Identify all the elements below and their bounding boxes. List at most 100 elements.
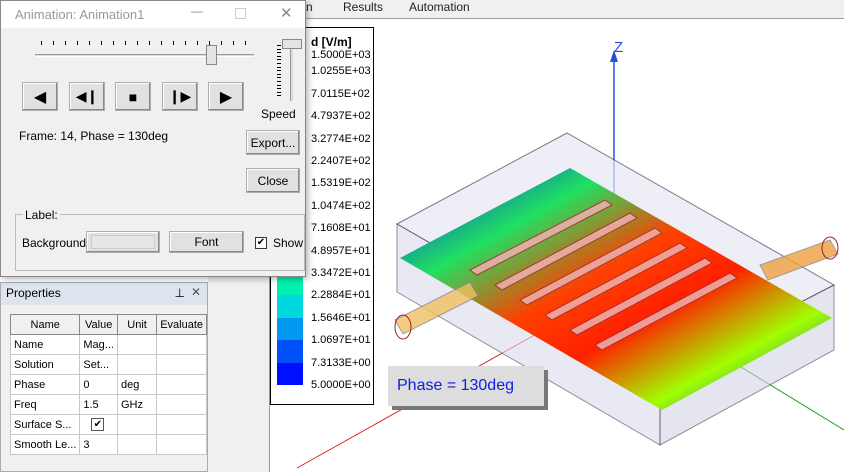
background-color-button[interactable] xyxy=(86,231,160,253)
property-row[interactable]: Name Mag... xyxy=(9,334,207,355)
speed-tick xyxy=(277,84,281,86)
property-cell[interactable] xyxy=(156,394,207,415)
step-back-button[interactable]: ◀❙ xyxy=(69,82,105,111)
menu-automation[interactable]: Automation xyxy=(409,0,470,14)
speed-tick xyxy=(277,59,281,61)
speed-tick xyxy=(277,73,281,75)
property-cell[interactable] xyxy=(156,354,207,375)
font-button[interactable]: Font xyxy=(169,231,244,253)
close-icon[interactable]: ✕ xyxy=(191,285,201,299)
legend-band xyxy=(277,362,303,386)
property-cell[interactable]: Smooth Le... xyxy=(9,434,81,455)
legend-label: 7.3133E+00 xyxy=(311,356,371,369)
property-cell[interactable] xyxy=(116,334,158,355)
legend-label: 5.0000E+00 xyxy=(311,379,371,391)
slider-tick xyxy=(245,41,246,45)
background-label: Background: xyxy=(22,236,90,250)
speed-tick xyxy=(277,55,281,57)
frame-slider[interactable] xyxy=(35,54,254,57)
close-button[interactable]: Close xyxy=(246,168,300,193)
legend-label: 1.5319E+02 xyxy=(311,177,371,190)
col-unit[interactable]: Unit xyxy=(116,314,158,335)
property-cell[interactable]: Set... xyxy=(79,354,118,375)
speed-tick xyxy=(277,52,281,54)
step-forward-button[interactable]: ❙▶ xyxy=(162,82,198,111)
property-cell[interactable]: 0 xyxy=(79,374,118,395)
speed-tick xyxy=(277,77,281,79)
menu-results[interactable]: Results xyxy=(343,0,383,14)
legend-label: 4.8957E+01 xyxy=(311,244,371,257)
speed-slider[interactable] xyxy=(290,43,293,101)
slider-tick xyxy=(137,41,138,45)
property-cell[interactable] xyxy=(116,434,158,455)
export-button[interactable]: Export... xyxy=(246,130,300,155)
property-cell[interactable] xyxy=(156,414,207,435)
legend-title: d [V/m] xyxy=(311,35,352,49)
minimize-icon[interactable]: — xyxy=(191,4,203,18)
col-value[interactable]: Value xyxy=(79,314,118,335)
properties-header: Properties ⊥ ✕ xyxy=(1,283,207,305)
col-name[interactable]: Name xyxy=(9,314,81,335)
close-icon[interactable]: ✕ xyxy=(280,4,293,22)
menu-item-partial[interactable]: n xyxy=(306,0,313,14)
slider-tick xyxy=(185,41,186,45)
legend-label: 1.0255E+03 xyxy=(311,65,371,78)
legend-label: 7.1608E+01 xyxy=(311,222,371,235)
speed-tick xyxy=(277,70,281,72)
slider-tick xyxy=(161,41,162,45)
maximize-icon[interactable] xyxy=(235,8,246,19)
phase-label-box: Phase = 130deg xyxy=(388,366,544,406)
speed-slider-thumb[interactable] xyxy=(282,39,302,49)
rewind-button[interactable]: ◀ xyxy=(22,82,58,111)
property-cell[interactable]: Freq xyxy=(9,394,81,415)
surface-checkbox[interactable]: ✔ xyxy=(91,418,105,431)
speed-tick xyxy=(277,66,281,68)
property-cell[interactable]: ✔ xyxy=(79,414,118,435)
slider-tick xyxy=(113,41,114,45)
property-cell[interactable]: Surface S... xyxy=(9,414,81,435)
speed-label: Speed xyxy=(261,107,296,121)
slider-tick xyxy=(149,41,150,45)
legend-label: 2.2884E+01 xyxy=(311,289,371,302)
property-cell[interactable] xyxy=(156,374,207,395)
pin-icon[interactable]: ⊥ xyxy=(175,286,185,300)
phase-label: Phase = 130deg xyxy=(397,377,514,394)
properties-title: Properties xyxy=(6,286,61,300)
property-cell[interactable]: 1.5 xyxy=(79,394,118,415)
property-cell[interactable]: deg xyxy=(116,374,158,395)
slider-tick xyxy=(197,41,198,45)
legend-label: 3.2774E+02 xyxy=(311,132,371,145)
property-cell[interactable]: 3 xyxy=(79,434,118,455)
properties-table: Name Value Unit Evaluate Name Mag... Solution… xyxy=(9,314,207,455)
speed-tick xyxy=(277,45,281,46)
property-row[interactable]: Phase 0 deg xyxy=(9,374,207,395)
property-cell[interactable]: Solution xyxy=(9,354,81,375)
frame-slider-thumb[interactable] xyxy=(206,45,217,65)
property-row[interactable]: Smooth Le... 3 xyxy=(9,434,207,455)
property-row[interactable]: Solution Set... xyxy=(9,354,207,375)
property-row[interactable]: Surface S... ✔ xyxy=(9,414,207,435)
show-label: Show xyxy=(273,236,304,250)
legend-label: 1.5000E+03 xyxy=(311,49,371,61)
stop-button[interactable]: ■ xyxy=(115,82,151,111)
property-cell[interactable]: Phase xyxy=(9,374,81,395)
dialog-titlebar: Animation: Animation1 — ✕ xyxy=(1,1,305,28)
property-cell[interactable] xyxy=(156,434,207,455)
legend-label: 7.0115E+02 xyxy=(311,87,370,100)
slider-tick xyxy=(125,41,126,45)
property-cell[interactable]: Name xyxy=(9,334,81,355)
label-group-title: Label: xyxy=(23,208,60,222)
slider-tick xyxy=(41,41,42,45)
property-cell[interactable] xyxy=(116,354,158,375)
legend-band xyxy=(277,317,303,341)
show-checkbox[interactable]: ✔ xyxy=(255,237,267,249)
play-button[interactable]: ▶ xyxy=(208,82,244,111)
speed-tick xyxy=(277,63,281,64)
property-cell[interactable] xyxy=(156,334,207,355)
property-cell[interactable]: GHz xyxy=(116,394,158,415)
property-row[interactable]: Freq 1.5 GHz xyxy=(9,394,207,415)
property-cell[interactable]: Mag... xyxy=(79,334,118,355)
slider-tick xyxy=(77,41,78,45)
property-cell[interactable] xyxy=(116,414,158,435)
col-evaluate[interactable]: Evaluate xyxy=(156,314,207,335)
